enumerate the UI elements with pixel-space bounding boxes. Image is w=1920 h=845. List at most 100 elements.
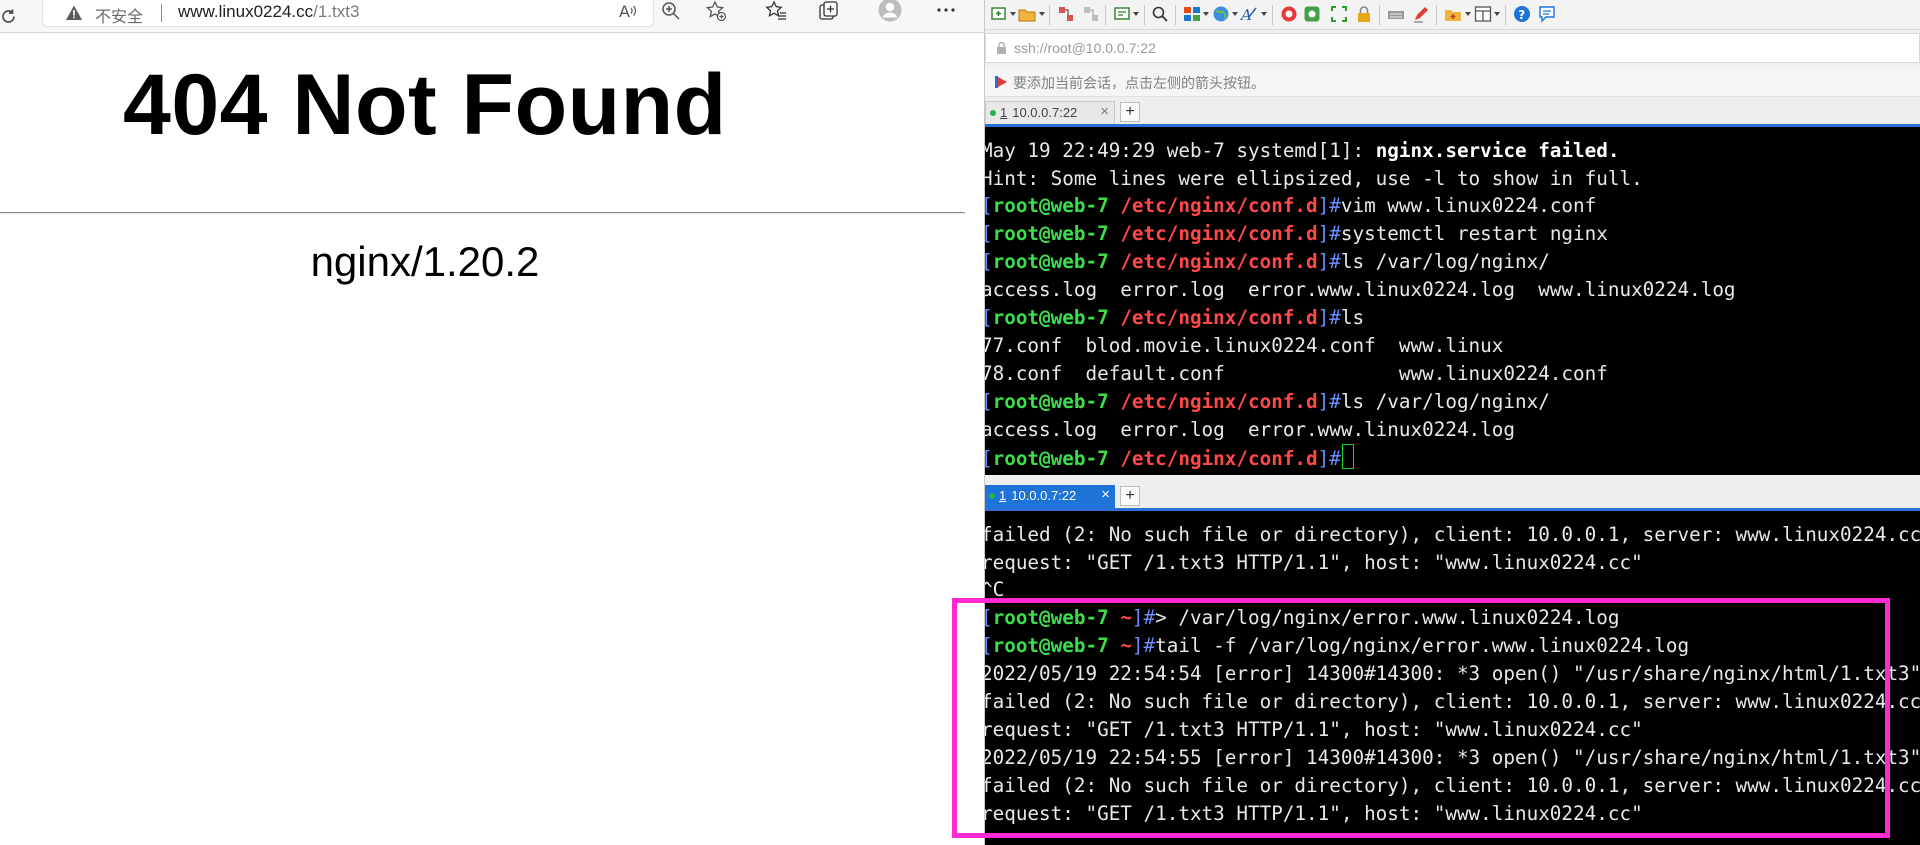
not-secure-label[interactable]: 不安全 xyxy=(95,3,143,27)
svg-text:?: ? xyxy=(1518,8,1525,22)
session-tab[interactable]: 1 10.0.0.7:22 × xyxy=(985,101,1115,124)
session-hint: 要添加当前会话，点击左侧的箭头按钮。 xyxy=(1013,75,1265,91)
connect-icon[interactable] xyxy=(1057,5,1075,23)
url-field[interactable]: 不安全 www.linux0224.cc/1.txt3 xyxy=(42,0,654,27)
globe-dropdown-icon[interactable] xyxy=(1232,12,1238,16)
browser-window: 不安全 www.linux0224.cc/1.txt3 A 404 Not Fo… xyxy=(0,0,985,845)
help-icon[interactable]: ? xyxy=(1513,5,1531,23)
properties-icon[interactable] xyxy=(1113,5,1131,23)
keyboard-icon[interactable] xyxy=(1387,5,1405,23)
terminal-line: access.log error.log error.www.linux0224… xyxy=(985,278,1736,301)
find-icon[interactable] xyxy=(1151,5,1169,23)
terminal-prompt-line: [root@web-7 /etc/nginx/conf.d]#systemctl… xyxy=(985,222,1608,245)
warning-icon[interactable] xyxy=(65,4,83,22)
terminal-line: failed (2: No such file or directory), c… xyxy=(985,690,1920,713)
globe-icon[interactable] xyxy=(1212,5,1230,23)
new-session-dropdown-icon[interactable] xyxy=(1010,12,1016,16)
terminal-pane-top[interactable]: May 19 22:49:29 web-7 systemd[1]: nginx.… xyxy=(985,127,1920,475)
terminal-line: 77.conf blod.movie.linux0224.conf www.li… xyxy=(985,334,1504,357)
tab-close-icon[interactable]: × xyxy=(1101,486,1110,503)
server-version: nginx/1.20.2 xyxy=(310,238,540,285)
zoom-icon[interactable] xyxy=(660,0,682,22)
disconnect-icon[interactable] xyxy=(1082,5,1100,23)
url-path: /1.txt3 xyxy=(313,2,360,21)
terminal-prompt-line: [root@web-7 ~]#> /var/log/nginx/error.ww… xyxy=(985,606,1620,629)
split-icon[interactable] xyxy=(1474,5,1492,23)
xshell-window: A ? ssh://root@10.0.0.7:22 要添加当前会话，点击左侧的… xyxy=(985,0,1920,845)
properties-dropdown-icon[interactable] xyxy=(1133,12,1139,16)
connection-status-dot xyxy=(989,493,995,499)
open-folder-icon[interactable] xyxy=(1018,5,1036,23)
highlight-icon[interactable] xyxy=(1412,5,1430,23)
chat-icon[interactable] xyxy=(1538,5,1556,23)
lock-toolbar-icon[interactable] xyxy=(1355,5,1373,23)
terminal-prompt-line: [root@web-7 /etc/nginx/conf.d]# xyxy=(985,444,1354,472)
font-dropdown-icon[interactable] xyxy=(1261,12,1267,16)
new-tab-button[interactable]: + xyxy=(1120,486,1140,506)
browser-address-bar: 不安全 www.linux0224.cc/1.txt3 A xyxy=(0,0,984,33)
terminal-line: Hint: Some lines were ellipsized, use -l… xyxy=(985,167,1643,190)
reload-icon[interactable] xyxy=(0,8,17,25)
more-icon[interactable] xyxy=(935,0,957,22)
xshell-toolbar: A ? xyxy=(985,0,1920,30)
session-hint-bar: 要添加当前会话，点击左侧的箭头按钮。 xyxy=(985,67,1920,97)
font-icon[interactable]: A xyxy=(1240,5,1258,23)
terminal-line: failed (2: No such file or directory), c… xyxy=(985,774,1920,797)
layout-icon[interactable] xyxy=(1183,5,1201,23)
new-session-icon[interactable] xyxy=(990,5,1008,23)
tab-title: 1 10.0.0.7:22 xyxy=(999,488,1077,503)
favorites-icon[interactable] xyxy=(765,0,787,22)
toolbar-separator xyxy=(1505,5,1506,25)
terminal-line: request: "GET /1.txt3 HTTP/1.1", host: "… xyxy=(985,802,1643,825)
new-tab-button[interactable]: + xyxy=(1120,102,1140,122)
terminal-cursor xyxy=(1341,444,1354,469)
profile-icon[interactable] xyxy=(878,0,902,22)
terminal-pane-bottom[interactable]: failed (2: No such file or directory), c… xyxy=(985,511,1920,845)
toolbar-separator xyxy=(1272,5,1273,25)
url-text[interactable]: www.linux0224.cc/1.txt3 xyxy=(178,2,359,22)
terminal-line: request: "GET /1.txt3 HTTP/1.1", host: "… xyxy=(985,718,1643,741)
layout-dropdown-icon[interactable] xyxy=(1203,12,1209,16)
terminal-line: failed (2: No such file or directory), c… xyxy=(985,523,1920,546)
collections-icon[interactable] xyxy=(818,0,840,22)
xftp-icon[interactable] xyxy=(1280,5,1298,23)
divider-rule xyxy=(0,212,965,214)
terminal-prompt-line: [root@web-7 /etc/nginx/conf.d]#ls /var/l… xyxy=(985,250,1550,273)
terminal-line: 78.conf default.conf www.linux0224.conf xyxy=(985,362,1608,385)
lock-icon xyxy=(997,41,1006,54)
connection-status-dot xyxy=(990,110,996,116)
tab-close-icon[interactable]: × xyxy=(1100,103,1109,120)
toolbar-separator xyxy=(1436,5,1437,25)
terminal-line: May 19 22:49:29 web-7 systemd[1]: nginx.… xyxy=(985,139,1620,162)
svg-text:A: A xyxy=(619,2,630,21)
url-separator xyxy=(161,4,162,22)
toolbar-separator xyxy=(1144,5,1145,25)
terminal-prompt-line: [root@web-7 /etc/nginx/conf.d]#ls /var/l… xyxy=(985,390,1550,413)
terminal-line: 2022/05/19 22:54:54 [error] 14300#14300:… xyxy=(985,662,1920,685)
xmanager-icon[interactable] xyxy=(1303,5,1321,23)
session-tab-bar: 1 10.0.0.7:22 × + xyxy=(985,97,1920,127)
add-session-arrow-icon[interactable] xyxy=(993,74,1009,90)
toolbar-separator xyxy=(1175,5,1176,25)
terminal-line: access.log error.log error.www.linux0224… xyxy=(985,418,1515,441)
error-heading: 404 Not Found xyxy=(123,57,727,153)
url-host: www.linux0224.cc xyxy=(178,2,314,21)
session-tab-bar: 1 10.0.0.7:22 × + xyxy=(985,481,1920,511)
split-dropdown-icon[interactable] xyxy=(1494,12,1500,16)
session-address-bar[interactable]: ssh://root@10.0.0.7:22 xyxy=(985,33,1920,63)
session-tab-active[interactable]: 1 10.0.0.7:22 × xyxy=(985,485,1115,508)
toolbar-separator xyxy=(1105,5,1106,25)
toolbar-separator xyxy=(1049,5,1050,25)
terminal-prompt-line: [root@web-7 /etc/nginx/conf.d]#vim www.l… xyxy=(985,194,1597,217)
open-dropdown-icon[interactable] xyxy=(1039,12,1045,16)
terminal-line: ^C xyxy=(985,578,1005,601)
terminal-prompt-line: [root@web-7 ~]#tail -f /var/log/nginx/er… xyxy=(985,634,1690,657)
compose-icon[interactable] xyxy=(1444,5,1462,23)
fullscreen-icon[interactable] xyxy=(1330,5,1348,23)
compose-dropdown-icon[interactable] xyxy=(1465,12,1471,16)
terminal-line: request: "GET /1.txt3 HTTP/1.1", host: "… xyxy=(985,551,1643,574)
favorite-add-icon[interactable] xyxy=(705,0,727,22)
read-aloud-icon[interactable]: A xyxy=(617,0,639,22)
session-address[interactable]: ssh://root@10.0.0.7:22 xyxy=(1014,40,1156,56)
tab-title: 1 10.0.0.7:22 xyxy=(1000,105,1078,120)
